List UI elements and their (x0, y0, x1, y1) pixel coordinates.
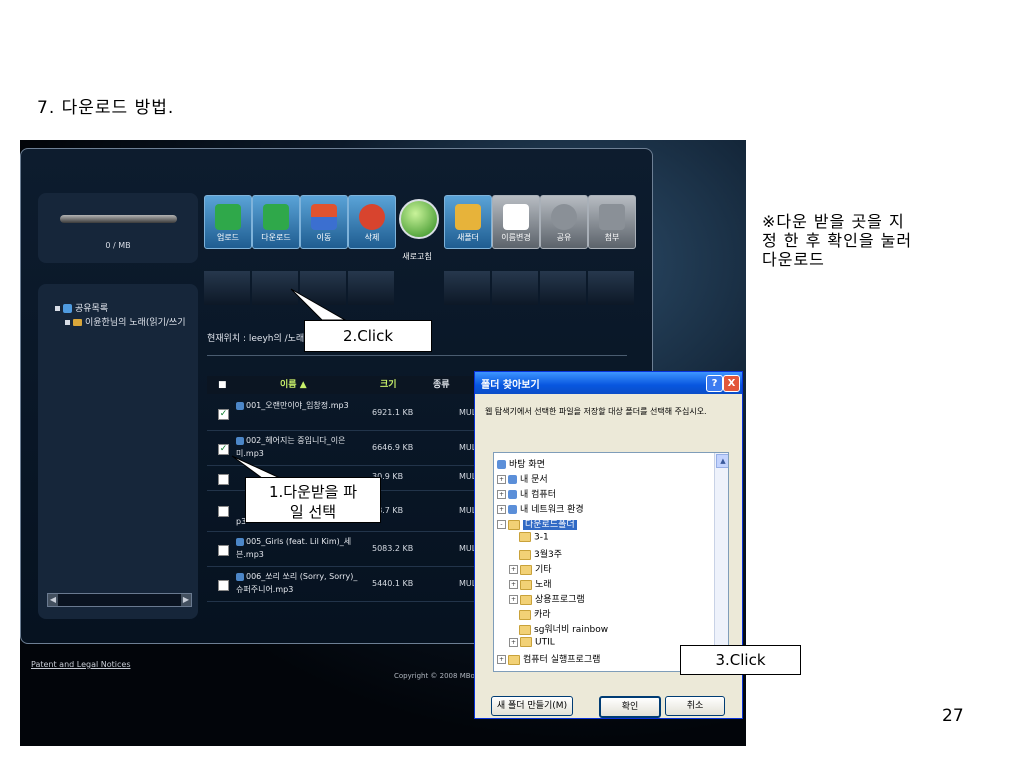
new-folder-button[interactable]: 새 폴더 만들기(M) (491, 696, 573, 716)
desktop-icon (497, 460, 506, 469)
tree-item-my-documents[interactable]: + 내 문서 (497, 472, 548, 485)
folder-icon (508, 654, 520, 665)
tree-item-folder[interactable]: + 기타 (509, 562, 552, 575)
expand-icon[interactable]: + (509, 580, 518, 589)
folder-icon (508, 519, 520, 530)
folder-icon (519, 609, 531, 620)
tree-item-download-folder[interactable]: - 다운로드폴더 (497, 517, 577, 530)
collapse-icon[interactable]: - (497, 520, 506, 529)
expand-icon[interactable]: + (497, 475, 506, 484)
tree-item-folder[interactable]: 3-1 (519, 532, 549, 543)
tree-item-folder[interactable]: 3월3주 (519, 547, 562, 560)
callout-step2: 2.Click (304, 320, 432, 352)
callout-pointer-step2 (290, 288, 347, 321)
close-icon[interactable]: X (723, 375, 740, 392)
callout-step1: 1.다운받을 파 일 선택 (245, 477, 381, 523)
network-icon (508, 505, 517, 514)
expand-icon[interactable]: + (497, 505, 506, 514)
folder-icon (519, 532, 531, 542)
tree-item-folder[interactable]: + 상용프로그램 (509, 592, 585, 605)
tree-item-folder[interactable]: + 컴퓨터 실행프로그램 (497, 652, 600, 665)
dialog-message: 웹 탐색기에서 선택한 파일을 저장할 대상 폴더를 선택해 주십시오. (485, 407, 707, 416)
expand-icon[interactable]: + (509, 637, 518, 647)
folder-icon (520, 637, 532, 647)
folder-tree: 바탕 화면 + 내 문서 + 내 컴퓨터 + 내 네트워크 환경 - 다운로드폴더 3-… (493, 452, 729, 672)
my-documents-icon (508, 475, 517, 484)
cancel-button[interactable]: 취소 (665, 696, 725, 716)
expand-icon[interactable]: + (509, 595, 518, 604)
dialog-title: 폴더 찾아보기 (481, 380, 540, 391)
scroll-up-icon[interactable]: ▲ (716, 454, 728, 468)
tree-item-folder[interactable]: + 노래 (509, 577, 552, 590)
folder-icon (520, 564, 532, 575)
folder-icon (520, 579, 532, 590)
ok-button[interactable]: 확인 (599, 696, 661, 718)
tree-item-folder[interactable]: 카라 (519, 607, 551, 620)
folder-icon (519, 624, 531, 635)
tree-item-desktop[interactable]: 바탕 화면 (497, 457, 545, 470)
tree-item-network[interactable]: + 내 네트워크 환경 (497, 502, 584, 515)
folder-icon (520, 594, 532, 605)
tree-item-my-computer[interactable]: + 내 컴퓨터 (497, 487, 556, 500)
tree-vertical-scrollbar[interactable]: ▲ ▼ (714, 453, 728, 671)
expand-icon[interactable]: + (497, 655, 506, 664)
folder-icon (519, 549, 531, 560)
tree-item-folder[interactable]: + UTIL (509, 637, 555, 648)
expand-icon[interactable]: + (497, 490, 506, 499)
callout-step3: 3.Click (680, 645, 801, 675)
my-computer-icon (508, 490, 517, 499)
expand-icon[interactable]: + (509, 565, 518, 574)
callout-pointer-step1 (231, 455, 281, 479)
tree-item-folder[interactable]: sg워너비 rainbow (519, 622, 608, 635)
help-icon[interactable]: ? (706, 375, 723, 392)
dialog-titlebar: 폴더 찾아보기 ? X (475, 372, 742, 394)
